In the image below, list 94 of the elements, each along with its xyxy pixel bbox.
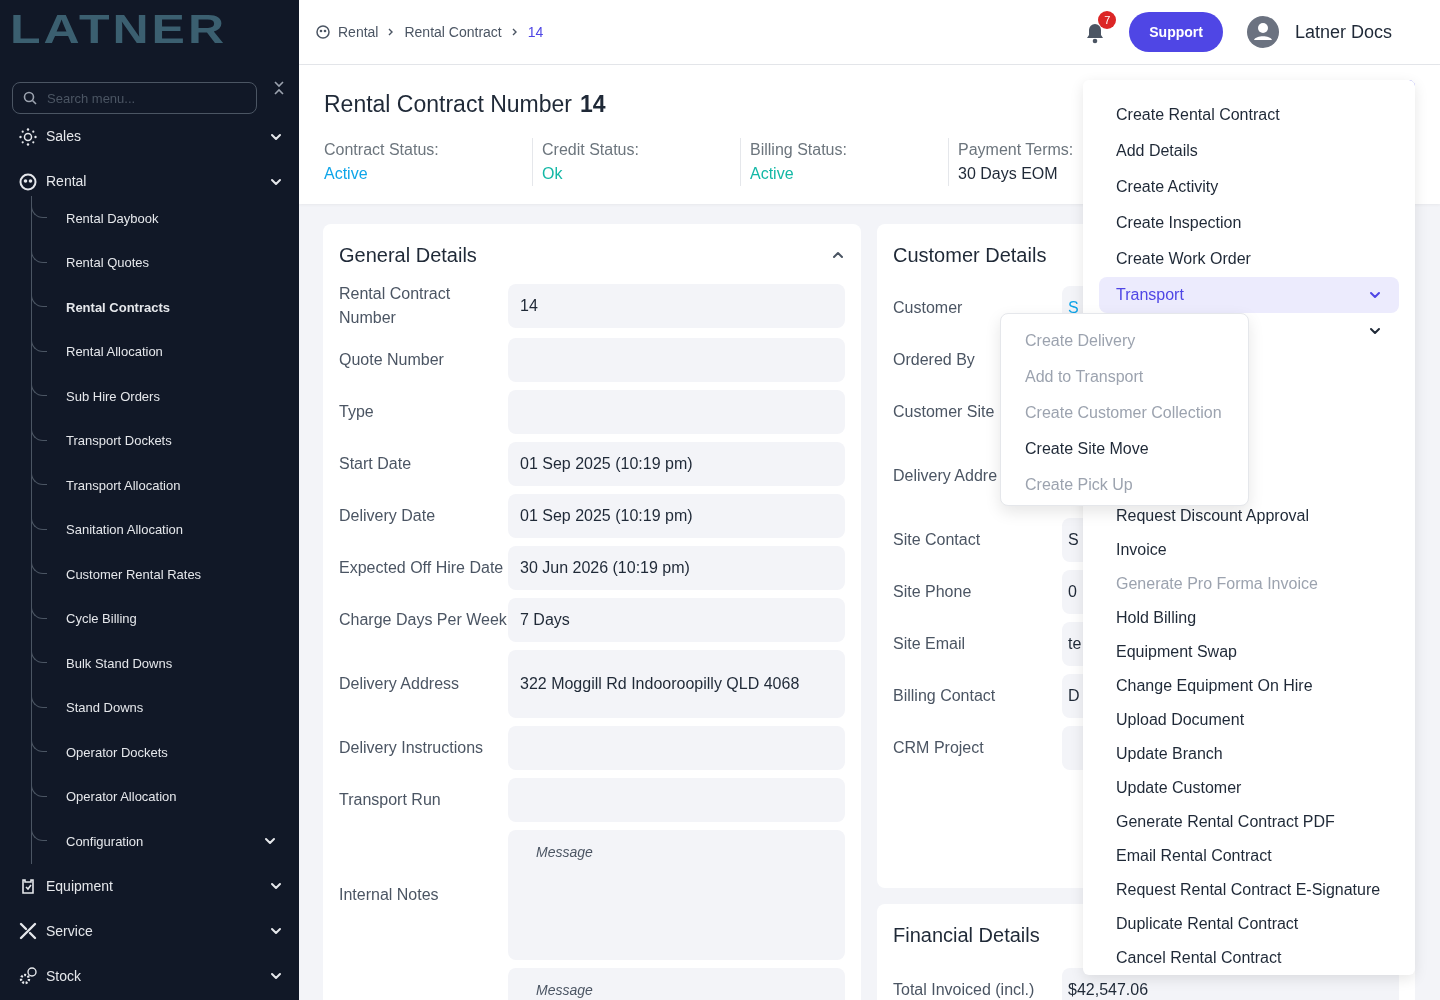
sidebar-subitem[interactable]: Transport Dockets xyxy=(32,418,299,463)
sidebar-item[interactable]: Service xyxy=(0,908,299,954)
breadcrumb-link[interactable]: Rental Contract xyxy=(404,21,502,43)
logo: LATNER xyxy=(9,4,228,50)
input-field[interactable]: 322 Moggill Rd Indooroopilly QLD 4068 xyxy=(508,650,845,718)
status-value: 30 Days EOM xyxy=(958,163,1058,184)
input-field[interactable]: 01 Sep 2025 (10:19 pm) xyxy=(508,442,845,486)
sidebar-subitem[interactable]: Cycle Billing xyxy=(32,596,299,641)
field-label: Start Date xyxy=(339,455,412,472)
field-label: Expected Off Hire Date xyxy=(339,559,504,576)
search-field[interactable]: Search menu... xyxy=(12,82,257,114)
menu-item[interactable]: Invoice xyxy=(1099,533,1399,567)
menu-item[interactable]: Create Site Move xyxy=(1001,431,1248,467)
avatar-icon[interactable] xyxy=(1246,16,1279,48)
menu-item[interactable]: Create Work Order xyxy=(1099,241,1399,277)
menu-item[interactable]: Create Inspection xyxy=(1099,205,1399,241)
sidebar-subitem[interactable]: Configuration xyxy=(32,819,299,864)
field-label: Delivery Address xyxy=(339,675,460,692)
sidebar-subitem[interactable]: Rental Allocation xyxy=(32,329,299,374)
sidebar-item[interactable]: Equipment xyxy=(0,863,299,909)
collapse-icon[interactable] xyxy=(273,79,285,96)
field-label: Delivery Instructions xyxy=(339,739,484,756)
menu-item[interactable]: Generate Rental Contract PDF xyxy=(1099,805,1399,839)
menu-item[interactable]: Update Branch xyxy=(1099,737,1399,771)
field-label: Delivery Date xyxy=(339,507,436,524)
field-label: Internal Notes xyxy=(339,886,439,903)
sidebar-subitem[interactable]: Rental Contracts xyxy=(32,285,299,330)
field-label: Site Email xyxy=(893,635,966,652)
card-title: Customer Details xyxy=(893,243,1047,268)
sidebar-subitem[interactable]: Sub Hire Orders xyxy=(32,374,299,419)
menu-item[interactable]: Change Equipment On Hire xyxy=(1099,669,1399,703)
support-button[interactable]: Support xyxy=(1129,12,1223,52)
field-label: Transport Run xyxy=(339,791,441,808)
sidebar-subitem[interactable]: Stand Downs xyxy=(32,685,299,730)
menu-item[interactable]: Request Rental Contract E-Signature xyxy=(1099,873,1399,907)
status-label: Billing Status: xyxy=(750,139,847,160)
page-title: Rental Contract Number xyxy=(324,90,572,119)
menu-item[interactable]: Transport xyxy=(1099,277,1399,313)
bell-icon[interactable] xyxy=(1085,21,1106,44)
menu-item[interactable]: Hold Billing xyxy=(1099,601,1399,635)
field-label: Total Invoiced (incl.) xyxy=(893,981,1035,998)
user-name[interactable]: Latner Docs xyxy=(1294,18,1392,46)
card-title: General Details xyxy=(339,243,477,268)
field-label: Customer xyxy=(893,299,963,316)
text-area[interactable]: Message xyxy=(508,830,845,960)
sidebar-subitem[interactable]: Operator Dockets xyxy=(32,730,299,775)
input-field[interactable]: 7 Days xyxy=(508,598,845,642)
menu-item[interactable]: Add Details xyxy=(1099,133,1399,169)
clipboard-check-icon xyxy=(19,877,37,895)
status-label: Contract Status: xyxy=(324,139,439,160)
status-label: Credit Status: xyxy=(542,139,639,160)
gear-icon xyxy=(19,967,37,985)
breadcrumb-link[interactable]: Rental xyxy=(338,21,379,43)
sidebar-subitem[interactable]: Rental Quotes xyxy=(32,240,299,285)
field-label: Site Phone xyxy=(893,583,972,600)
field-label: Site Contact xyxy=(893,531,981,548)
notification-count: 7 xyxy=(1098,11,1117,29)
menu-item[interactable]: Update Customer xyxy=(1099,771,1399,805)
sun-icon xyxy=(19,127,37,146)
field-label: Rental Contract Number xyxy=(339,285,451,326)
menu-item[interactable]: Duplicate Rental Contract xyxy=(1099,907,1399,941)
field-label: Type xyxy=(339,403,374,420)
contract-number: 14 xyxy=(580,90,606,119)
status-value: Ok xyxy=(542,163,563,184)
text-area[interactable]: Message xyxy=(508,968,845,1000)
status-label: Payment Terms: xyxy=(958,139,1074,160)
status-value: Active xyxy=(324,163,368,184)
menu-item[interactable]: Create Rental Contract xyxy=(1099,97,1399,133)
field-label: CRM Project xyxy=(893,739,984,756)
sidebar-subitem[interactable]: Operator Allocation xyxy=(32,774,299,819)
status-value: Active xyxy=(750,163,794,184)
sidebar-subitem[interactable]: Transport Allocation xyxy=(32,463,299,508)
menu-item[interactable]: Upload Document xyxy=(1099,703,1399,737)
menu-item[interactable]: Email Rental Contract xyxy=(1099,839,1399,873)
input-field[interactable]: 14 xyxy=(508,284,845,328)
sidebar-item[interactable]: Stock xyxy=(0,953,299,999)
input-field[interactable]: 01 Sep 2025 (10:19 pm) xyxy=(508,494,845,538)
field-label: Customer Site xyxy=(893,403,995,420)
field-label: Ordered By xyxy=(893,351,975,368)
card-title: Financial Details xyxy=(893,923,1040,948)
menu-item[interactable]: Equipment Swap xyxy=(1099,635,1399,669)
input-field[interactable]: 30 Jun 2026 (10:19 pm) xyxy=(508,546,845,590)
field-label: Billing Contact xyxy=(893,687,996,704)
circle-icon xyxy=(19,172,37,191)
field-label: Quote Number xyxy=(339,351,444,368)
sidebar-subitem[interactable]: Bulk Stand Downs xyxy=(32,641,299,686)
search-icon xyxy=(23,91,37,105)
sidebar-item[interactable]: Sales xyxy=(0,114,299,159)
circle-icon xyxy=(316,25,330,39)
sidebar-subitem[interactable]: Sanitation Allocation xyxy=(32,507,299,552)
field-label: Charge Days Per Week xyxy=(339,611,507,628)
menu-item[interactable]: Create Activity xyxy=(1099,169,1399,205)
field-label: Delivery Addre xyxy=(893,467,998,484)
sidebar-subitem[interactable]: Customer Rental Rates xyxy=(32,552,299,597)
